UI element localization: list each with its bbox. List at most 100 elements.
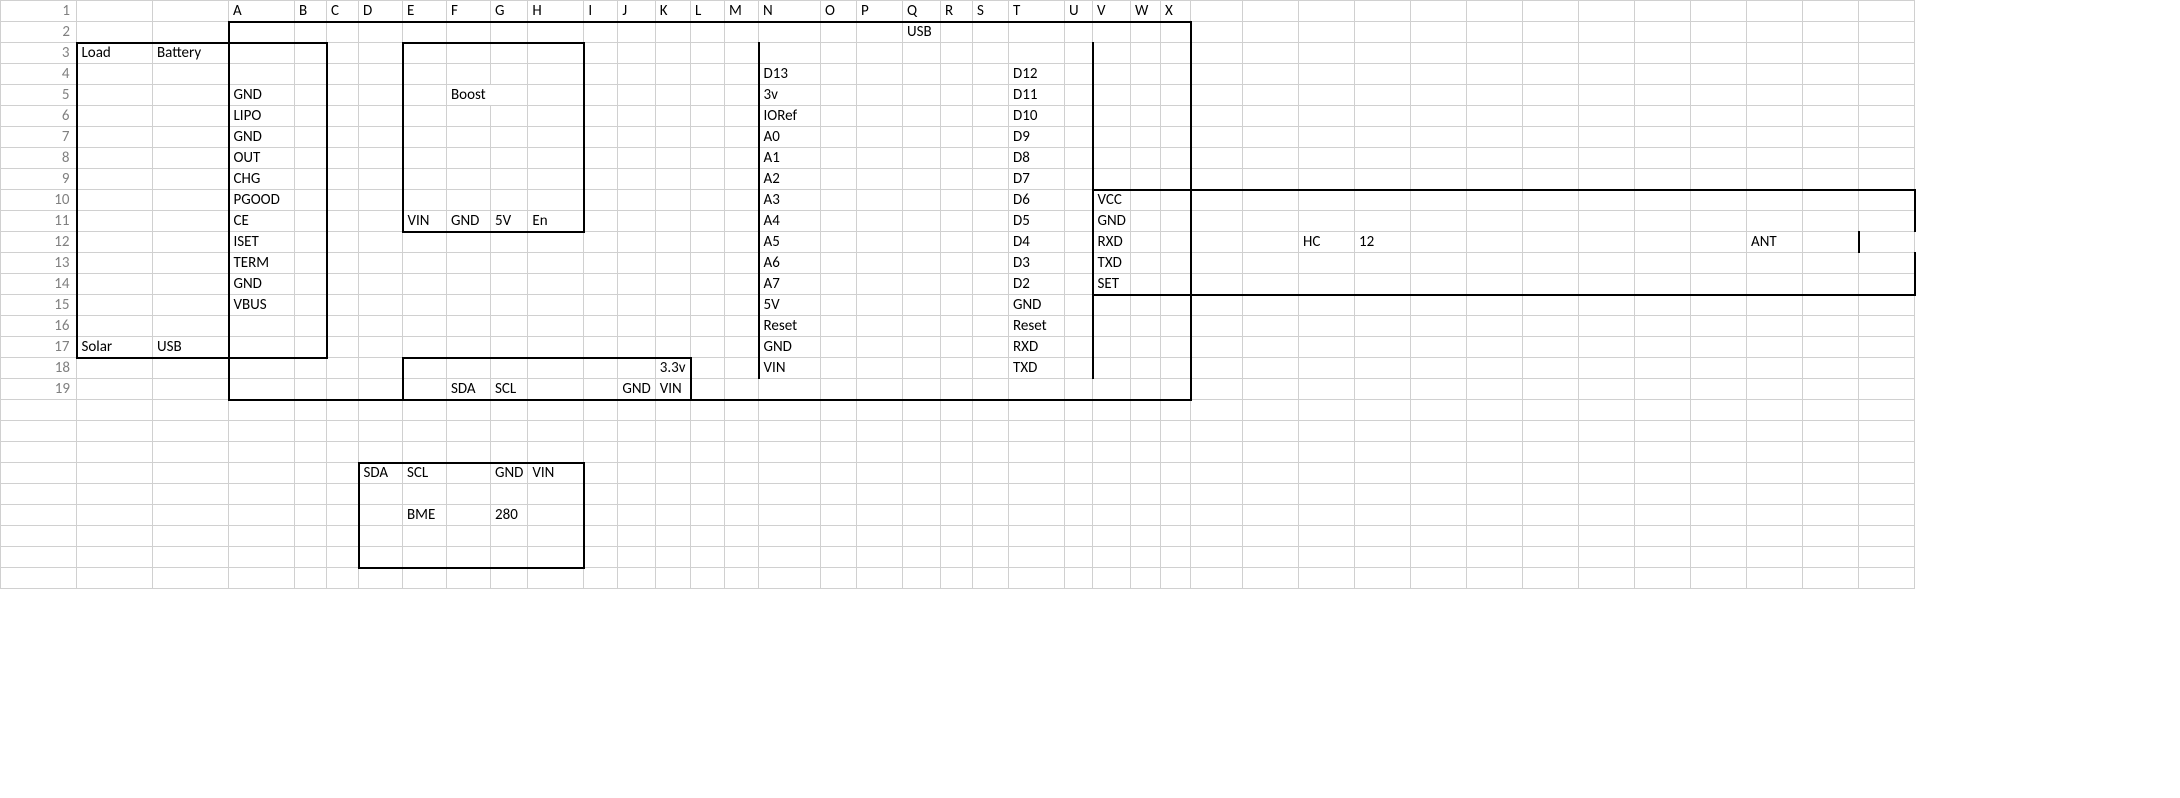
cell[interactable]: T [1009, 1, 1065, 22]
pin-txd[interactable]: TXD [1093, 253, 1131, 274]
row-header[interactable]: 15 [1, 295, 77, 316]
pin-gnd[interactable]: GND [229, 85, 295, 106]
label-hc[interactable]: HC [1299, 232, 1355, 253]
row-header[interactable]: 16 [1, 316, 77, 337]
cell[interactable] [77, 1, 153, 22]
pin-rxd[interactable]: RXD [1009, 337, 1065, 358]
pin-d3[interactable]: D3 [1009, 253, 1065, 274]
label-solar[interactable]: Solar [77, 337, 153, 358]
cell[interactable] [1691, 1, 1747, 22]
pin-d4[interactable]: D4 [1009, 232, 1065, 253]
pin-a2[interactable]: A2 [759, 169, 821, 190]
cell[interactable]: C [327, 1, 359, 22]
pin-vbus[interactable]: VBUS [229, 295, 295, 316]
row-header[interactable]: 2 [1, 22, 77, 43]
pin-lipo[interactable]: LIPO [229, 106, 295, 127]
pin-sda[interactable]: SDA [447, 379, 491, 400]
pin-en[interactable]: En [528, 211, 584, 232]
pin-vin[interactable]: VIN [759, 358, 821, 379]
row-header[interactable]: 8 [1, 148, 77, 169]
cell[interactable] [1747, 1, 1803, 22]
cell[interactable]: D [359, 1, 403, 22]
cell[interactable]: G [491, 1, 528, 22]
cell[interactable] [1803, 1, 1859, 22]
cell[interactable]: W [1131, 1, 1161, 22]
row-header[interactable]: 10 [1, 190, 77, 211]
pin-set[interactable]: SET [1093, 274, 1131, 295]
pin-a3[interactable]: A3 [759, 190, 821, 211]
cell[interactable]: H [528, 1, 584, 22]
pin-d13[interactable]: D13 [759, 64, 821, 85]
pin-gnd[interactable]: GND [491, 463, 528, 484]
cell[interactable] [153, 1, 229, 22]
row-header[interactable]: 4 [1, 64, 77, 85]
label-load[interactable]: Load [77, 43, 153, 64]
row-header[interactable]: 19 [1, 379, 77, 400]
row-header[interactable]: 9 [1, 169, 77, 190]
pin-d9[interactable]: D9 [1009, 127, 1065, 148]
cell[interactable] [1859, 1, 1915, 22]
cell[interactable] [1191, 1, 1243, 22]
row-header[interactable]: 11 [1, 211, 77, 232]
pin-gnd[interactable]: GND [1093, 211, 1131, 232]
cell[interactable]: E [403, 1, 447, 22]
pin-chg[interactable]: CHG [229, 169, 295, 190]
pin-gnd[interactable]: GND [759, 337, 821, 358]
pin-a5[interactable]: A5 [759, 232, 821, 253]
pin-out[interactable]: OUT [229, 148, 295, 169]
cell[interactable]: O [821, 1, 857, 22]
pin-reset[interactable]: Reset [759, 316, 821, 337]
pin-a0[interactable]: A0 [759, 127, 821, 148]
cell[interactable]: I [584, 1, 618, 22]
pin-vin[interactable]: VIN [403, 211, 447, 232]
cell[interactable]: J [618, 1, 655, 22]
pin-ce[interactable]: CE [229, 211, 295, 232]
pin-vcc[interactable]: VCC [1093, 190, 1131, 211]
row-header[interactable]: 7 [1, 127, 77, 148]
cell[interactable]: K [655, 1, 690, 22]
pin-a6[interactable]: A6 [759, 253, 821, 274]
cell[interactable]: B [295, 1, 327, 22]
label-usb-lower[interactable]: USB [153, 337, 229, 358]
label-bme[interactable]: BME [403, 505, 447, 526]
pin-d12[interactable]: D12 [1009, 64, 1065, 85]
spreadsheet-grid[interactable]: 1 A B C D E F G H I J K L M N O P Q R S … [0, 0, 1916, 589]
row-header[interactable]: 14 [1, 274, 77, 295]
cell[interactable] [1243, 1, 1299, 22]
pin-d5[interactable]: D5 [1009, 211, 1065, 232]
pin-d11[interactable]: D11 [1009, 85, 1065, 106]
label-12[interactable]: 12 [1355, 232, 1411, 253]
pin-txd[interactable]: TXD [1009, 358, 1065, 379]
cell[interactable]: S [973, 1, 1009, 22]
pin-scl[interactable]: SCL [403, 463, 447, 484]
pin-gnd[interactable]: GND [447, 211, 491, 232]
pin-d10[interactable]: D10 [1009, 106, 1065, 127]
cell[interactable] [1299, 1, 1355, 22]
pin-gnd[interactable]: GND [1009, 295, 1065, 316]
cell[interactable]: U [1065, 1, 1093, 22]
pin-d6[interactable]: D6 [1009, 190, 1065, 211]
row-header[interactable]: 18 [1, 358, 77, 379]
cell[interactable] [1355, 1, 1411, 22]
row-header[interactable]: 3 [1, 43, 77, 64]
pin-3v3[interactable]: 3.3v [655, 358, 690, 379]
pin-rxd[interactable]: RXD [1093, 232, 1131, 253]
cell[interactable]: X [1161, 1, 1191, 22]
pin-vin[interactable]: VIN [528, 463, 584, 484]
row-header[interactable]: 13 [1, 253, 77, 274]
cell[interactable]: F [447, 1, 491, 22]
cell[interactable]: N [759, 1, 821, 22]
pin-reset[interactable]: Reset [1009, 316, 1065, 337]
label-280[interactable]: 280 [491, 505, 528, 526]
pin-gnd[interactable]: GND [618, 379, 655, 400]
cell[interactable]: Q [903, 1, 941, 22]
cell[interactable] [1411, 1, 1467, 22]
cell[interactable] [1467, 1, 1523, 22]
pin-sda[interactable]: SDA [359, 463, 403, 484]
row-header[interactable]: 17 [1, 337, 77, 358]
pin-d2[interactable]: D2 [1009, 274, 1065, 295]
cell[interactable]: L [691, 1, 725, 22]
pin-a1[interactable]: A1 [759, 148, 821, 169]
pin-3v[interactable]: 3v [759, 85, 821, 106]
cell[interactable] [1635, 1, 1691, 22]
